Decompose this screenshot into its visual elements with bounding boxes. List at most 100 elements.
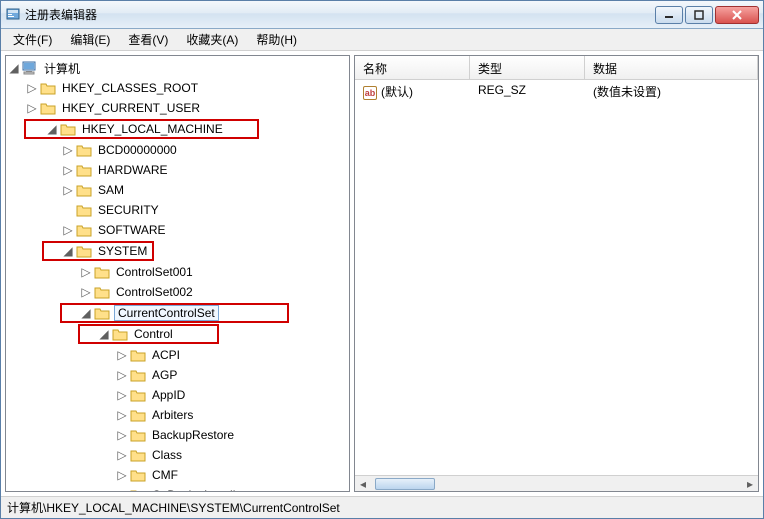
column-header-name[interactable]: 名称 <box>355 56 470 79</box>
folder-icon <box>130 388 146 402</box>
tree-node-sam[interactable]: ▷SAM <box>6 180 349 200</box>
tree-node-cs002[interactable]: ▷ ControlSet002 <box>6 282 349 302</box>
tree-label: BCD00000000 <box>96 142 179 158</box>
close-button[interactable] <box>715 6 759 24</box>
tree-node-security[interactable]: ▷SECURITY <box>6 200 349 220</box>
maximize-button[interactable] <box>685 6 713 24</box>
scroll-thumb[interactable] <box>375 478 435 490</box>
tree-label: Class <box>150 447 184 463</box>
tree-node-hardware[interactable]: ▷HARDWARE <box>6 160 349 180</box>
tree-node-hkcu[interactable]: ▷ HKEY_CURRENT_USER <box>6 98 349 118</box>
folder-icon <box>130 408 146 422</box>
tree-node-acpi[interactable]: ▷ ACPI <box>6 345 349 365</box>
tree-node-system[interactable]: ◢ SYSTEM <box>42 241 154 261</box>
folder-icon <box>76 183 92 197</box>
tree-node-computer[interactable]: ◢ 计算机 <box>6 58 349 78</box>
tree-label: SECURITY <box>96 202 161 218</box>
tree-node-cs001[interactable]: ▷ ControlSet001 <box>6 262 349 282</box>
tree-pane[interactable]: ◢ 计算机 ▷ HKEY_CLASSES_ROOT ▷ <box>5 55 350 492</box>
tree-node-codeviceinstallers[interactable]: ▷CoDeviceInstallers <box>6 485 349 492</box>
folder-icon <box>112 327 128 341</box>
folder-icon <box>130 448 146 462</box>
folder-icon <box>76 203 92 217</box>
chevron-right-icon[interactable]: ▷ <box>26 82 38 94</box>
chevron-right-icon[interactable]: ▷ <box>62 184 74 196</box>
horizontal-scrollbar[interactable]: ◂ ▸ <box>355 475 758 491</box>
menu-help[interactable]: 帮助(H) <box>248 29 305 50</box>
tree-node-hkcr[interactable]: ▷ HKEY_CLASSES_ROOT <box>6 78 349 98</box>
tree-label: AGP <box>150 367 179 383</box>
folder-icon <box>130 368 146 382</box>
tree-node-software[interactable]: ▷ SOFTWARE <box>6 220 349 240</box>
tree-node-cmf[interactable]: ▷ CMF <box>6 465 349 485</box>
details-pane: 名称 类型 数据 ab(默认) REG_SZ (数值未设置) ◂ ▸ <box>354 55 759 492</box>
tree-node-ccs[interactable]: ◢ CurrentControlSet <box>60 303 289 323</box>
folder-icon <box>130 428 146 442</box>
folder-icon <box>76 244 92 258</box>
string-value-icon: ab <box>363 86 377 100</box>
tree-label: SYSTEM <box>96 243 149 259</box>
folder-icon <box>94 285 110 299</box>
tree-label: ControlSet002 <box>114 284 195 300</box>
folder-icon <box>76 163 92 177</box>
tree-label-computer: 计算机 <box>42 59 82 78</box>
tree-node-class[interactable]: ▷ Class <box>6 445 349 465</box>
chevron-down-icon[interactable]: ◢ <box>46 123 58 135</box>
folder-icon <box>130 348 146 362</box>
tree-label-selected: CurrentControlSet <box>114 305 219 321</box>
chevron-right-icon[interactable]: ▷ <box>116 469 128 481</box>
menu-edit[interactable]: 编辑(E) <box>62 29 118 50</box>
chevron-right-icon[interactable]: ▷ <box>80 266 92 278</box>
tree-node-appid[interactable]: ▷AppID <box>6 385 349 405</box>
chevron-down-icon[interactable]: ◢ <box>62 245 74 257</box>
minimize-button[interactable] <box>655 6 683 24</box>
menu-file[interactable]: 文件(F) <box>5 29 60 50</box>
chevron-right-icon[interactable]: ▷ <box>116 369 128 381</box>
menu-view[interactable]: 查看(V) <box>120 29 176 50</box>
chevron-right-icon[interactable]: ▷ <box>62 224 74 236</box>
chevron-right-icon[interactable]: ▷ <box>116 389 128 401</box>
folder-icon <box>94 265 110 279</box>
tree-node-arbiters[interactable]: ▷ Arbiters <box>6 405 349 425</box>
registry-value-row[interactable]: ab(默认) REG_SZ (数值未设置) <box>355 80 758 103</box>
tree-label: HKEY_LOCAL_MACHINE <box>80 121 225 137</box>
tree-node-agp[interactable]: ▷ AGP <box>6 365 349 385</box>
details-body[interactable]: ab(默认) REG_SZ (数值未设置) <box>355 80 758 475</box>
chevron-right-icon[interactable]: ▷ <box>62 144 74 156</box>
tree-label: ControlSet001 <box>114 264 195 280</box>
chevron-right-icon[interactable]: ▷ <box>116 409 128 421</box>
chevron-right-icon[interactable]: ▷ <box>116 349 128 361</box>
tree-label: Arbiters <box>150 407 195 423</box>
value-name-cell: ab(默认) <box>355 83 470 100</box>
tree-label: HKEY_CURRENT_USER <box>60 100 202 116</box>
folder-icon <box>76 143 92 157</box>
tree-node-backuprestore[interactable]: ▷BackupRestore <box>6 425 349 445</box>
titlebar: 注册表编辑器 <box>1 1 763 29</box>
chevron-right-icon[interactable]: ▷ <box>116 489 128 492</box>
tree-label: SOFTWARE <box>96 222 168 238</box>
column-header-data[interactable]: 数据 <box>585 56 758 79</box>
tree-node-control[interactable]: ◢ Control <box>78 324 219 344</box>
scroll-right-icon[interactable]: ▸ <box>742 476 758 492</box>
menu-favorites[interactable]: 收藏夹(A) <box>178 29 246 50</box>
chevron-down-icon[interactable]: ◢ <box>80 307 92 319</box>
chevron-right-icon[interactable]: ▷ <box>80 286 92 298</box>
folder-icon <box>76 223 92 237</box>
chevron-down-icon[interactable]: ◢ <box>98 328 110 340</box>
chevron-right-icon[interactable]: ▷ <box>116 449 128 461</box>
window-title: 注册表编辑器 <box>25 6 655 23</box>
chevron-down-icon[interactable]: ◢ <box>8 62 20 74</box>
chevron-right-icon[interactable]: ▷ <box>26 102 38 114</box>
chevron-right-icon[interactable]: ▷ <box>116 429 128 441</box>
folder-icon <box>130 468 146 482</box>
tree-node-bcd[interactable]: ▷ BCD00000000 <box>6 140 349 160</box>
tree-node-hklm[interactable]: ◢ HKEY_LOCAL_MACHINE <box>24 119 259 139</box>
column-header-type[interactable]: 类型 <box>470 56 585 79</box>
tree-label: ACPI <box>150 347 182 363</box>
scroll-left-icon[interactable]: ◂ <box>355 476 371 492</box>
folder-icon <box>94 306 110 320</box>
computer-icon <box>22 61 38 75</box>
tree-label: CMF <box>150 467 180 483</box>
folder-icon <box>40 81 56 95</box>
chevron-right-icon[interactable]: ▷ <box>62 164 74 176</box>
